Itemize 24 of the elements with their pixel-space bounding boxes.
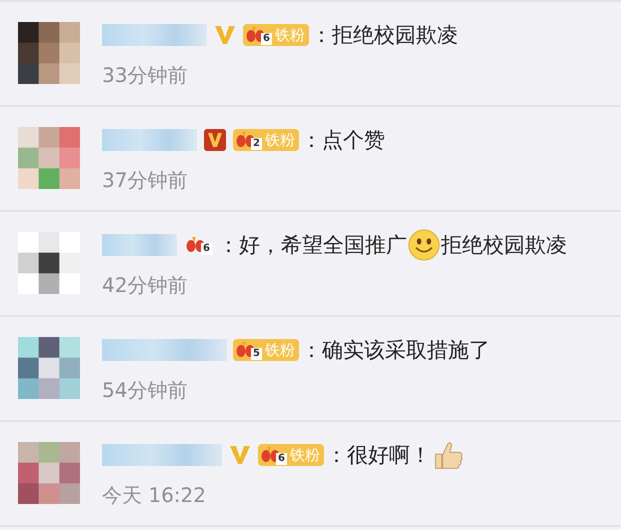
fan-level: 6 — [276, 453, 287, 465]
fan-level: 6 — [261, 33, 272, 45]
fan-level: 2 — [251, 138, 262, 150]
fan-level: 6 — [201, 243, 212, 255]
comment-time: 33分钟前 — [102, 62, 188, 89]
comment-text: ：确实该采取措施了 — [300, 337, 490, 364]
comment-text: ：拒绝校园欺凌 — [310, 22, 458, 49]
fan-label: 铁粉 — [274, 26, 305, 44]
verified-icon — [213, 23, 237, 47]
fan-label: 铁粉 — [264, 340, 295, 360]
verified-icon — [203, 128, 227, 152]
comment-time: 37分钟前 — [102, 167, 188, 194]
comment-time: 今天 16:22 — [102, 482, 207, 509]
smiley-icon — [408, 229, 440, 261]
comment-text: 拒绝校园欺凌 — [440, 232, 567, 259]
comment-text: ：点个赞 — [300, 127, 385, 154]
fan-label: 铁粉 — [264, 130, 295, 150]
comment-text: ：很好啊！ — [326, 442, 431, 469]
verified-icon — [228, 443, 252, 467]
fan-label: 铁粉 — [290, 446, 320, 464]
fan-level: 5 — [251, 348, 262, 360]
comment-time: 42分钟前 — [102, 272, 188, 299]
comment-text: ：好，希望全国推广 — [218, 232, 407, 259]
comment-time: 54分钟前 — [102, 377, 188, 404]
